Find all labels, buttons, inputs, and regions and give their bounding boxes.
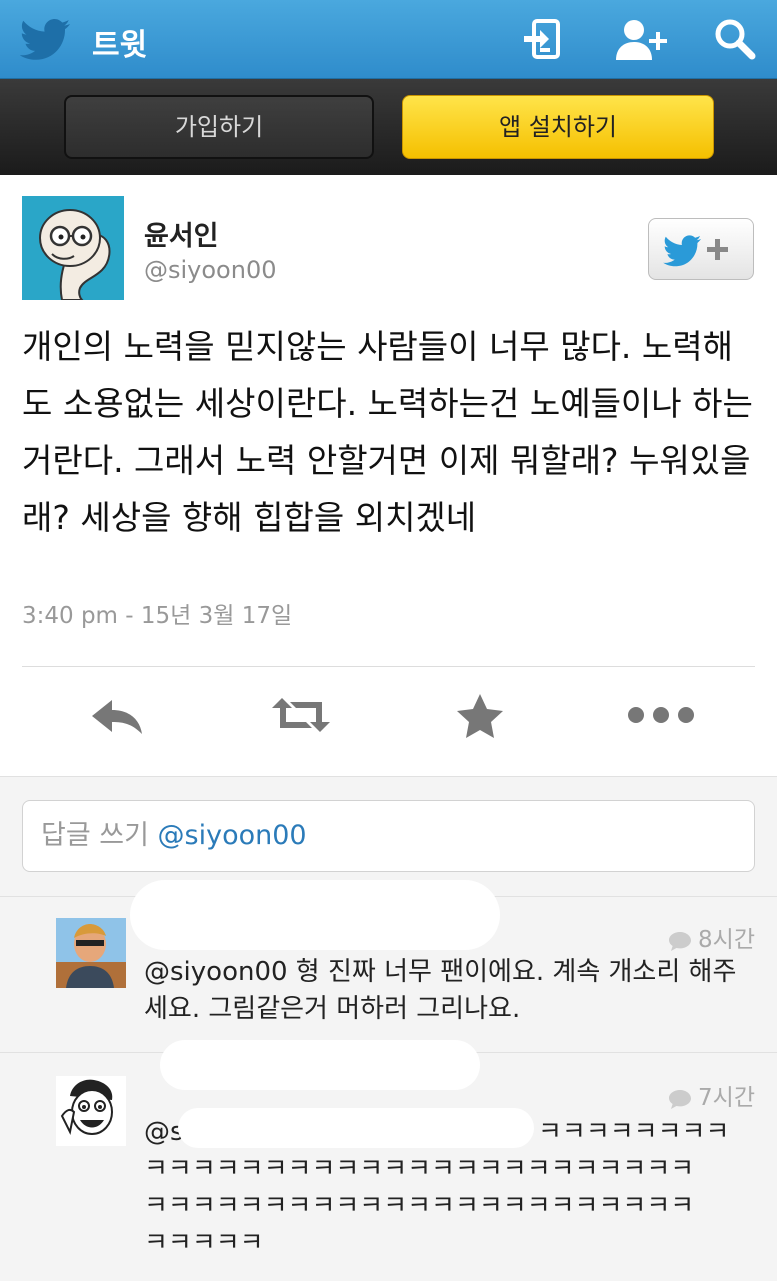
retweet-icon[interactable]	[268, 690, 334, 740]
sign-in-icon[interactable]	[520, 16, 566, 62]
avatar[interactable]	[56, 1076, 126, 1146]
reply-icon[interactable]	[88, 690, 148, 740]
comment-bubble-icon	[669, 931, 692, 951]
reply-text-line: ㅋㅋㅋㅋㅋㅋㅋㅋㅋㅋㅋㅋㅋㅋㅋㅋㅋㅋㅋㅋㅋㅋㅋ	[144, 1191, 695, 1221]
signup-bar: 가입하기 앱 설치하기	[0, 79, 777, 175]
top-bar: 트윗	[0, 0, 777, 79]
redacted-name	[130, 880, 500, 950]
reply-input[interactable]: 답글 쓰기 @siyoon00	[22, 800, 755, 872]
page-title: 트윗	[92, 28, 148, 63]
more-icon[interactable]	[626, 690, 696, 740]
reply-text-end: ㅋㅋㅋㅋㅋㅋㅋㅋ	[538, 1117, 730, 1147]
reply-placeholder: 답글 쓰기	[41, 820, 149, 851]
join-button[interactable]: 가입하기	[64, 95, 374, 159]
reply-text-line: ㅋㅋㅋㅋㅋ	[144, 1228, 264, 1258]
avatar[interactable]	[56, 918, 126, 988]
reply-time-text: 8시간	[698, 927, 755, 953]
author-name[interactable]: 윤서인	[144, 214, 219, 253]
reply-time-text: 7시간	[698, 1085, 755, 1111]
reply-text: @siyoon00 형 진짜 너무 팬이에요. 계속 개소리 해주세요. 그림같…	[144, 957, 737, 1024]
install-app-button[interactable]: 앱 설치하기	[402, 95, 714, 159]
reply-mention: @siyoon00	[157, 820, 307, 851]
tweet-text: 개인의 노력을 믿지않는 사람들이 너무 많다. 노력해도 소용없는 세상이란다…	[22, 327, 753, 537]
follow-bird-icon	[663, 235, 728, 267]
divider	[22, 666, 755, 667]
reply-time: 8시간	[668, 920, 755, 954]
avatar[interactable]	[22, 196, 124, 300]
favorite-icon[interactable]	[450, 690, 510, 740]
comment-bubble-icon	[669, 1089, 692, 1109]
redacted-name	[160, 1040, 480, 1090]
author-handle[interactable]: @siyoon00	[144, 256, 277, 284]
tweet-timestamp[interactable]: 3:40 pm - 15년 3월 17일	[22, 596, 292, 630]
redacted-text	[178, 1108, 534, 1148]
reply-time: 7시간	[668, 1078, 755, 1112]
twitter-bird-icon[interactable]	[20, 18, 72, 60]
search-icon[interactable]	[712, 16, 758, 62]
reply-text-line: ㅋㅋㅋㅋㅋㅋㅋㅋㅋㅋㅋㅋㅋㅋㅋㅋㅋㅋㅋㅋㅋㅋㅋ	[144, 1154, 695, 1184]
follow-button[interactable]	[648, 218, 754, 280]
add-user-icon[interactable]	[614, 16, 672, 62]
